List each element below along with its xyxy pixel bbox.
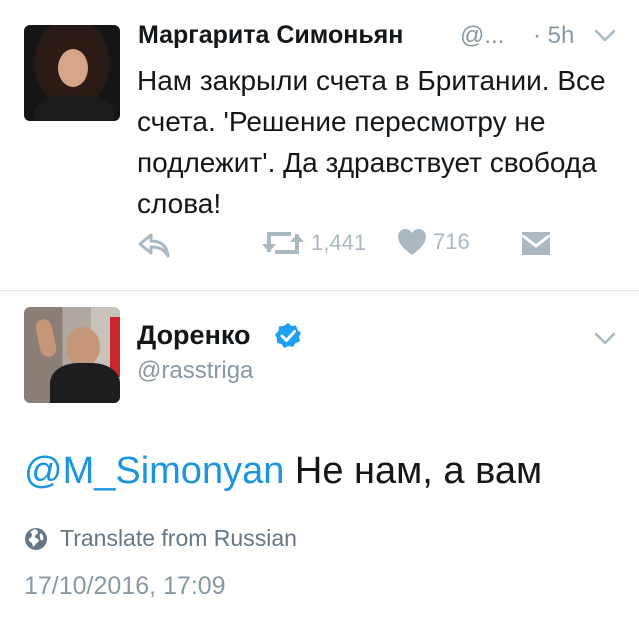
tweet-text: Нам закрыли счета в Британии. Все счета.… [137,65,606,219]
author-name[interactable]: Маргарита Симоньян [138,21,403,50]
globe-icon [25,527,47,550]
avatar[interactable] [24,25,120,121]
tweet-timestamp[interactable]: · 5h [533,22,574,50]
avatar-shoulders [34,95,114,121]
author-handle[interactable]: @rasstriga [137,357,253,385]
translate-link[interactable]: Translate from Russian [24,525,297,552]
tweet-actions: 1,441 716 [137,228,597,264]
avatar[interactable] [24,307,120,403]
like-count: 716 [433,229,470,254]
retweet-icon [262,232,304,254]
dm-button[interactable] [521,231,551,257]
reply-icon [138,233,170,258]
chevron-down-icon[interactable] [594,331,616,347]
verified-badge-icon [275,323,301,348]
chevron-down-icon[interactable] [594,28,616,44]
tweet-text: @M_Simonyan Не нам, а вам [24,450,542,493]
mention-link[interactable]: @M_Simonyan [24,450,284,492]
avatar-hand [34,317,58,359]
reply-button[interactable] [137,231,171,259]
translate-label: Translate from Russian [60,525,297,551]
avatar-shoulders [50,363,120,403]
author-name[interactable]: Доренко [137,320,251,351]
envelope-icon [521,232,551,255]
heart-icon [398,229,426,255]
avatar-face [66,327,100,367]
author-handle[interactable]: @... [460,22,504,50]
tweet-body: Не нам, а вам [284,450,543,492]
retweet-count: 1,441 [311,230,367,255]
like-button[interactable]: 716 [397,228,470,256]
tweet-datetime: 17/10/2016, 17:09 [24,572,226,600]
divider [0,290,639,291]
avatar-face [58,49,88,87]
retweet-button[interactable]: 1,441 [261,228,366,258]
